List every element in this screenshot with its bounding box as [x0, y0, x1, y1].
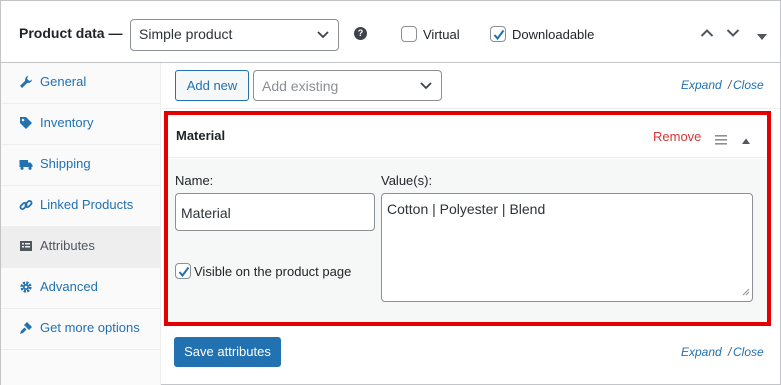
tab-get-more-options[interactable]: Get more options: [1, 309, 161, 350]
panel-title: Product data —: [19, 25, 123, 41]
product-type-select[interactable]: Simple product: [130, 19, 339, 51]
add-existing-select[interactable]: Add existing: [253, 70, 442, 101]
tab-general[interactable]: General: [1, 63, 161, 104]
add-existing-placeholder: Add existing: [262, 78, 339, 94]
visible-label: Visible on the product page: [194, 264, 352, 279]
drag-handle-icon[interactable]: [715, 133, 727, 148]
tab-label: General: [40, 74, 87, 89]
tab-linked-products[interactable]: Linked Products: [1, 186, 161, 227]
help-icon[interactable]: ?: [354, 27, 367, 40]
move-down-icon[interactable]: [726, 27, 740, 42]
tab-label: Advanced: [40, 279, 98, 294]
tab-label: Get more options: [40, 320, 140, 335]
visible-checkbox[interactable]: [175, 263, 191, 279]
attributes-toolbar: Add new Add existing Expand / Close: [162, 63, 780, 109]
tab-label: Inventory: [40, 115, 94, 130]
attribute-name-input[interactable]: Material: [175, 193, 375, 231]
name-label: Name:: [175, 173, 214, 188]
plugin-icon: [19, 321, 33, 335]
add-new-button[interactable]: Add new: [175, 70, 249, 101]
tab-label: Shipping: [40, 156, 91, 171]
toggle-panel-icon[interactable]: [756, 29, 768, 44]
virtual-label: Virtual: [423, 27, 460, 42]
values-label: Value(s):: [381, 173, 433, 188]
wrench-icon: [19, 75, 33, 89]
virtual-checkbox[interactable]: [401, 26, 417, 42]
truck-icon: [19, 157, 33, 171]
link-icon: [19, 198, 33, 212]
tab-advanced[interactable]: Advanced: [1, 268, 161, 309]
tab-label: Attributes: [40, 238, 95, 253]
product-data-tabs: General Inventory Shipping Linked Produc…: [1, 63, 161, 385]
move-up-icon[interactable]: [700, 27, 714, 42]
downloadable-label: Downloadable: [512, 27, 595, 42]
remove-attribute-link[interactable]: Remove: [653, 129, 701, 144]
link-separator: /: [728, 78, 732, 92]
collapse-icon[interactable]: [741, 133, 751, 148]
resize-handle-icon[interactable]: [742, 283, 750, 299]
link-separator: /: [728, 345, 732, 359]
chevron-down-icon: [419, 78, 433, 95]
product-data-header: Product data — Simple product ? Virtual …: [1, 1, 780, 63]
gear-icon: [19, 280, 33, 294]
tab-label: Linked Products: [40, 197, 134, 212]
expand-link[interactable]: Expand: [681, 345, 722, 359]
close-link[interactable]: Close: [733, 345, 764, 359]
expand-link[interactable]: Expand: [681, 78, 722, 92]
tab-shipping[interactable]: Shipping: [1, 145, 161, 186]
chevron-down-icon: [316, 27, 330, 44]
attribute-panel: Material Remove Name: Material Value(s):…: [164, 111, 771, 326]
tab-attributes[interactable]: Attributes: [1, 227, 161, 268]
attribute-values-text: Cotton | Polyester | Blend: [387, 201, 546, 217]
close-link[interactable]: Close: [733, 78, 764, 92]
list-icon: [19, 239, 33, 253]
tag-icon: [19, 116, 33, 130]
attribute-heading: Material: [176, 128, 226, 143]
save-attributes-button[interactable]: Save attributes: [174, 337, 281, 367]
attribute-header[interactable]: Material Remove: [168, 115, 767, 158]
product-data-panel: Product data — Simple product ? Virtual …: [0, 0, 781, 385]
attribute-values-textarea[interactable]: Cotton | Polyester | Blend: [381, 193, 753, 302]
downloadable-checkbox[interactable]: [490, 26, 506, 42]
tab-inventory[interactable]: Inventory: [1, 104, 161, 145]
attribute-body: Name: Material Value(s): Cotton | Polyes…: [168, 159, 767, 322]
product-type-value: Simple product: [139, 26, 233, 42]
